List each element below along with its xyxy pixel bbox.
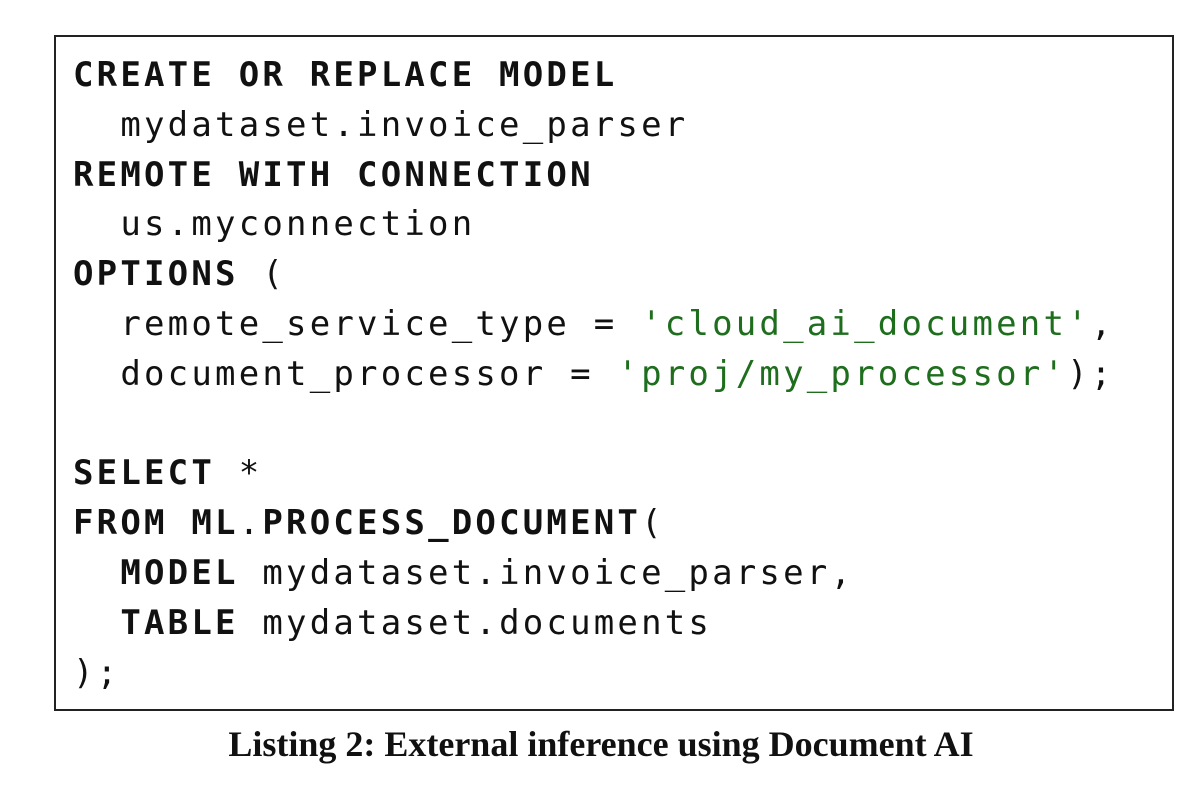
code-line: TABLE mydataset.documents <box>73 599 1114 649</box>
code-line: us.myconnection <box>73 200 1114 250</box>
code-line: mydataset.invoice_parser <box>73 101 1114 151</box>
code-keyword: TABLE <box>120 602 239 643</box>
code-text: ( <box>238 254 287 295</box>
code-text: , <box>1090 303 1115 344</box>
code-block: CREATE OR REPLACE MODEL mydataset.invoic… <box>73 51 1114 698</box>
code-line: REMOTE WITH CONNECTION <box>73 151 1114 201</box>
code-keyword: PROCESS_DOCUMENT <box>262 503 642 544</box>
code-keyword: FROM ML <box>73 503 239 544</box>
code-listing-box: CREATE OR REPLACE MODEL mydataset.invoic… <box>54 35 1174 711</box>
code-string-literal: 'cloud_ai_document' <box>641 303 1091 344</box>
code-keyword: CREATE OR REPLACE MODEL <box>73 55 618 95</box>
code-line: MODEL mydataset.invoice_parser, <box>73 549 1114 599</box>
code-text: ); <box>1067 353 1115 394</box>
code-text: mydataset.documents <box>238 602 713 643</box>
code-text: document_processor = <box>73 353 618 394</box>
code-line: OPTIONS ( <box>73 250 1114 300</box>
code-text: ( <box>641 503 665 544</box>
code-text: us.myconnection <box>73 204 476 245</box>
code-text: * <box>215 453 263 494</box>
code-keyword: SELECT <box>73 453 216 494</box>
code-text: . <box>238 503 263 544</box>
code-line: FROM ML.PROCESS_DOCUMENT( <box>73 499 1114 549</box>
code-line: remote_service_type = 'cloud_ai_document… <box>73 300 1114 350</box>
listing-caption: Listing 2: External inference using Docu… <box>228 724 974 764</box>
code-keyword: MODEL <box>120 552 239 593</box>
code-text: mydataset.invoice_parser, <box>238 552 855 593</box>
code-text: mydataset.invoice_parser <box>73 104 689 145</box>
code-line: SELECT * <box>73 449 1114 499</box>
code-keyword: OPTIONS <box>73 254 239 295</box>
code-line: document_processor = 'proj/my_processor'… <box>73 350 1114 400</box>
code-text: ); <box>73 652 121 693</box>
code-keyword: REMOTE WITH CONNECTION <box>73 154 594 195</box>
code-string-literal: 'proj/my_processor' <box>617 353 1068 394</box>
code-text: remote_service_type = <box>73 303 642 344</box>
code-line: ); <box>73 649 1114 699</box>
code-line: CREATE OR REPLACE MODEL <box>73 51 1114 101</box>
